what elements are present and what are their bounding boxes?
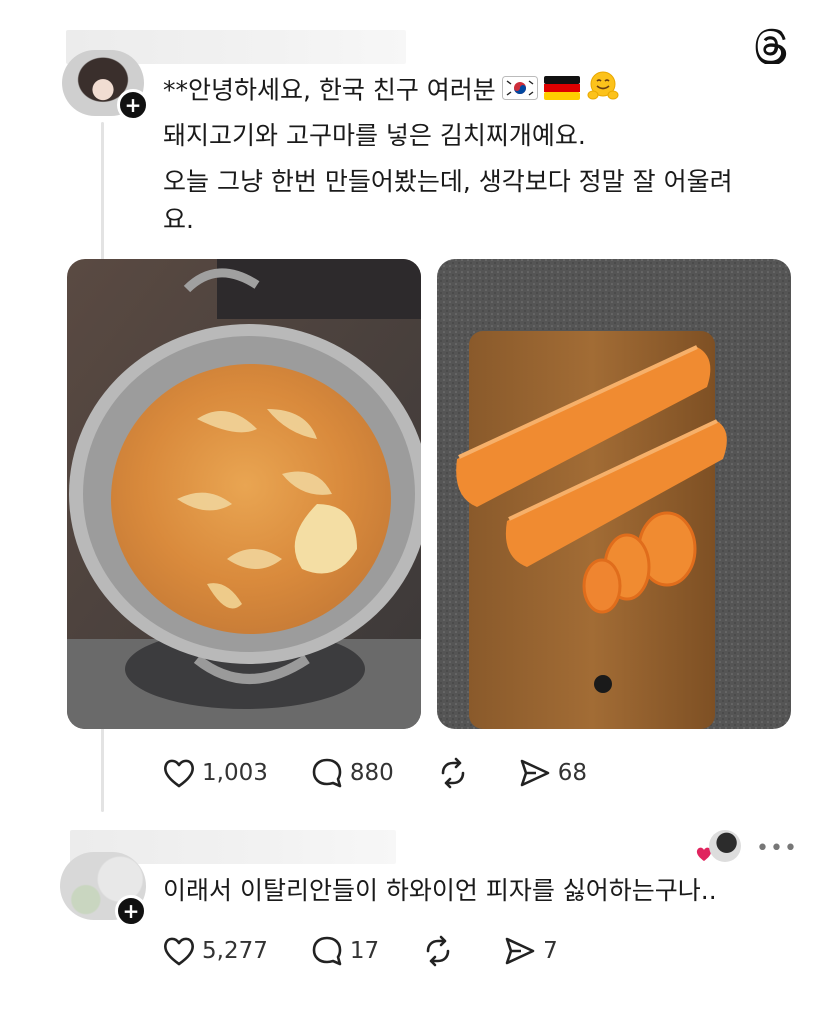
kimchi-stew-photo[interactable] <box>67 259 421 729</box>
korea-flag-icon <box>501 73 538 111</box>
repost-icon <box>441 757 465 789</box>
reply-repost-button[interactable] <box>421 935 455 967</box>
send-icon <box>505 937 535 965</box>
reply-action-bar: 5,277 17 7 <box>162 935 600 967</box>
author-mini-avatar <box>709 830 741 862</box>
comment-button[interactable]: 880 <box>310 757 394 789</box>
post-line-3: 오늘 그냥 한번 만들어봤는데, 생각보다 정말 잘 어울려 <box>163 167 733 196</box>
reply-follow-plus-icon[interactable]: + <box>115 895 147 927</box>
share-count: 68 <box>557 760 588 786</box>
post-line-4: 요. <box>163 205 194 234</box>
repost-icon <box>426 935 450 967</box>
comment-bubble-icon <box>312 758 342 788</box>
comment-bubble-icon <box>312 936 342 966</box>
post-line-2: 돼지고기와 고구마를 넣은 김치찌개예요. <box>163 121 586 150</box>
reply-like-count: 5,277 <box>202 938 268 964</box>
repost-button[interactable] <box>436 757 470 789</box>
more-options-icon[interactable]: ••• <box>756 836 798 861</box>
reply-share-count: 7 <box>543 938 558 964</box>
reply-body: 이래서 이탈리안들이 하와이언 피자를 싫어하는구나.. <box>163 876 717 905</box>
post-action-bar: 1,003 880 68 <box>162 757 629 789</box>
reply-share-button[interactable]: 7 <box>503 935 558 967</box>
send-icon <box>520 759 550 787</box>
reply-comment-button[interactable]: 17 <box>310 935 379 967</box>
like-count: 1,003 <box>202 760 268 786</box>
post-line-1: **안녕하세요, 한국 친구 여러분 <box>163 70 803 113</box>
heart-icon <box>164 759 194 788</box>
sweet-potato-photo[interactable] <box>437 259 791 729</box>
heart-icon <box>164 937 194 966</box>
threads-logo-icon[interactable] <box>754 28 790 64</box>
share-button[interactable]: 68 <box>518 757 587 789</box>
post-body: **안녕하세요, 한국 친구 여러분 돼지고기와 고구마를 넣은 김치찌개예요.… <box>163 70 803 239</box>
follow-plus-icon[interactable]: + <box>117 89 149 121</box>
germany-flag-icon <box>543 73 580 111</box>
reply-like-button[interactable]: 5,277 <box>162 935 268 967</box>
comment-count: 880 <box>349 760 394 786</box>
hugging-face-icon <box>586 70 620 113</box>
like-button[interactable]: 1,003 <box>162 757 268 789</box>
reply-comment-count: 17 <box>349 938 380 964</box>
